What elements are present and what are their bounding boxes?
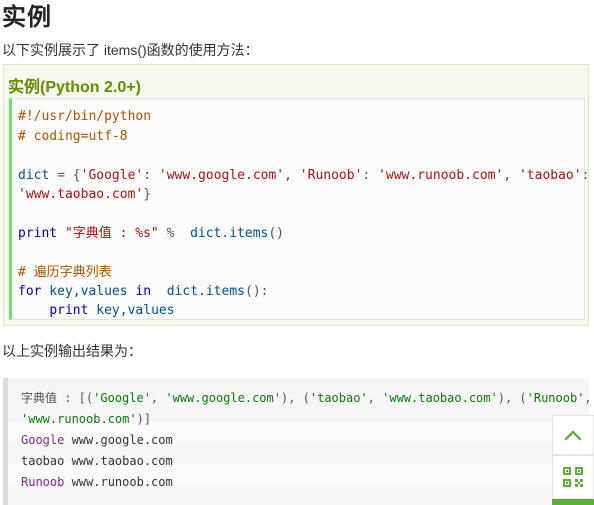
code-op: } — [143, 187, 152, 202]
code-line-print-vars: print key,values — [18, 301, 175, 321]
output-string: 'www.google.com' — [165, 391, 281, 405]
output-url: www.taobao.com — [64, 454, 173, 468]
code-op: = { — [49, 168, 81, 183]
output-name: taobao — [21, 454, 65, 468]
output-string: 'Google' — [93, 391, 151, 405]
output-url: www.runoob.com — [64, 475, 173, 489]
code-comment: # coding=utf-8 — [18, 129, 128, 144]
output-string: 'Runoob' — [526, 391, 585, 405]
code-op: , — [503, 168, 519, 183]
code-keyword: print — [18, 226, 58, 241]
qr-code-icon — [563, 467, 583, 487]
code-op: : — [143, 168, 159, 183]
code-op: (): — [245, 284, 269, 299]
code-identifier: key,values — [41, 284, 136, 299]
code-string: 'taobao' — [518, 168, 582, 183]
output-text: , — [367, 391, 383, 405]
code-call: dict.items — [190, 226, 269, 241]
code-comment: #!/usr/bin/python — [18, 109, 152, 124]
code-op: : — [581, 168, 590, 183]
output-block[interactable]: 字典值 : [('Google', 'www.google.com'), ('t… — [3, 378, 592, 505]
example-box: 实例(Python 2.0+) #!/usr/bin/python # codi… — [3, 64, 589, 326]
code-string: 'Google' — [80, 168, 144, 183]
output-name: Google — [21, 433, 65, 447]
output-text: ), ( — [497, 391, 527, 405]
code-comment: # 遍历字典列表 — [18, 265, 112, 280]
code-string: 'www.taobao.com' — [18, 187, 144, 202]
output-string: 'taobao' — [309, 391, 368, 405]
page-title: 实例 — [2, 4, 52, 31]
code-op: () — [268, 226, 285, 241]
code-line-comment-loop: # 遍历字典列表 — [18, 263, 112, 283]
code-op — [151, 284, 167, 299]
code-op: : — [362, 168, 379, 183]
code-line-dict-cont: 'www.taobao.com'} — [18, 185, 151, 205]
code-op: , — [284, 168, 300, 183]
example-title: 实例(Python 2.0+) — [8, 79, 141, 96]
code-op: % — [158, 226, 191, 241]
output-line-5: Runoob www.runoob.com — [21, 472, 173, 493]
accent-bar — [552, 499, 594, 505]
output-text: ), ( — [280, 391, 310, 405]
code-keyword: print — [49, 303, 89, 318]
output-text: )] — [136, 412, 152, 426]
code-keyword: for — [18, 284, 42, 299]
output-text: , — [584, 391, 592, 405]
output-text: 字典值 : [( — [21, 391, 94, 405]
output-line-2: 'www.runoob.com')] — [21, 409, 151, 430]
code-identifier: dict — [18, 168, 50, 183]
code-block[interactable]: #!/usr/bin/python # coding=utf-8 dict = … — [9, 98, 589, 321]
code-string: "字典值 : %s" — [64, 226, 159, 241]
output-text: , — [150, 391, 166, 405]
output-string: 'www.runoob.com' — [21, 412, 137, 426]
scroll-to-top-button[interactable] — [552, 415, 594, 455]
code-string: 'www.google.com' — [158, 168, 285, 183]
code-line-coding: # coding=utf-8 — [18, 127, 128, 147]
output-string: 'www.taobao.com' — [382, 391, 498, 405]
output-line-4: taobao www.taobao.com — [21, 451, 173, 472]
code-string: 'Runoob' — [299, 168, 363, 183]
code-line-shebang: #!/usr/bin/python — [18, 107, 151, 127]
chevron-up-icon — [564, 430, 582, 441]
output-line-3: Google www.google.com — [21, 430, 173, 451]
code-call: dict.items — [166, 284, 245, 299]
code-line-dict: dict = {'Google': 'www.google.com', 'Run… — [18, 166, 589, 186]
code-keyword: in — [135, 284, 152, 299]
code-string: 'www.runoob.com' — [378, 168, 504, 183]
code-identifier: key,values — [88, 303, 175, 318]
qr-code-button[interactable] — [552, 455, 594, 499]
output-url: www.google.com — [64, 433, 173, 447]
output-name: Runoob — [21, 475, 65, 489]
output-line-1: 字典值 : [('Google', 'www.google.com'), ('t… — [21, 388, 594, 409]
intro-text: 以下实例展示了 items()函数的使用方法： — [2, 42, 259, 58]
code-line-print: print "字典值 : %s" % dict.items() — [18, 224, 284, 244]
code-line-for: for key,values in dict.items(): — [18, 282, 268, 302]
output-label: 以上实例输出结果为： — [2, 343, 142, 359]
